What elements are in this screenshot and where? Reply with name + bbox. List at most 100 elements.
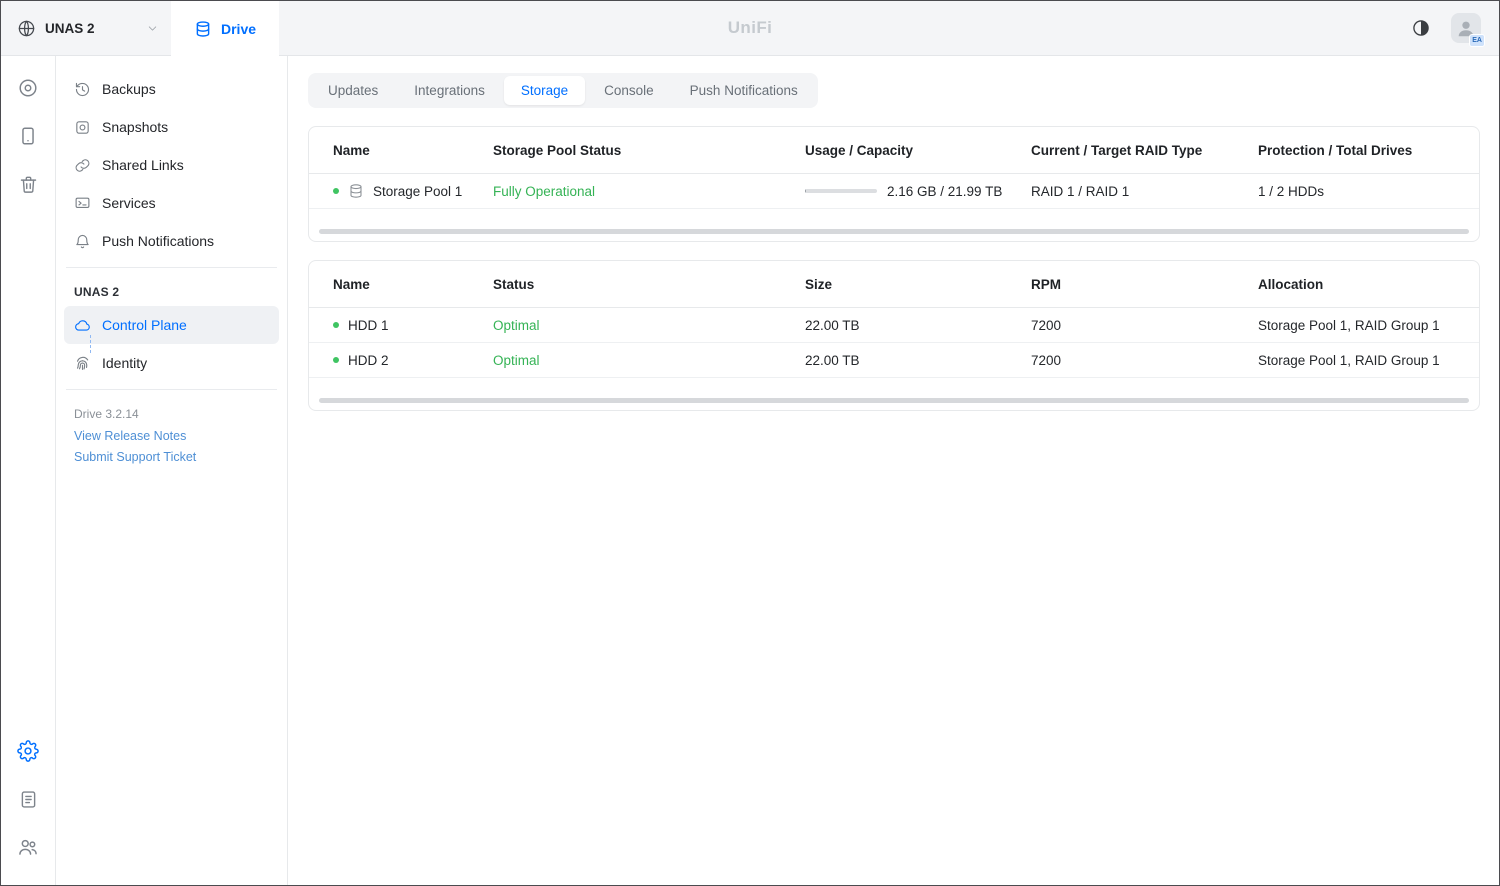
drive-allocation: Storage Pool 1, RAID Group 1 — [1258, 318, 1467, 333]
pool-usage: 2.16 GB / 21.99 TB — [887, 184, 1002, 199]
col-status: Status — [493, 277, 805, 292]
status-dot — [333, 322, 339, 328]
col-pool-status: Storage Pool Status — [493, 143, 805, 158]
sidebar-item-identity[interactable]: Identity — [64, 344, 279, 382]
chevron-down-icon — [146, 22, 159, 35]
col-allocation: Allocation — [1258, 277, 1467, 292]
sidebar-divider — [66, 389, 277, 390]
console-switcher[interactable]: UNAS 2 — [1, 1, 171, 55]
usage-bar-fill — [805, 189, 806, 193]
tab-push-notifications[interactable]: Push Notifications — [673, 76, 815, 105]
sidebar-item-push-notifications[interactable]: Push Notifications — [64, 222, 279, 260]
drive-rpm: 7200 — [1031, 353, 1258, 368]
table-row-hdd-1[interactable]: HDD 1 Optimal 22.00 TB 7200 Storage Pool… — [309, 308, 1479, 343]
sidebar-item-control-plane[interactable]: Control Plane — [64, 306, 279, 344]
device-icon[interactable] — [10, 118, 46, 154]
settings-gear-icon[interactable] — [10, 733, 46, 769]
device-section-items: Control Plane Identity — [64, 306, 279, 382]
storage-pool-icon — [348, 183, 364, 199]
pool-name: Storage Pool 1 — [373, 184, 462, 199]
pool-table-header-row: Name Storage Pool Status Usage / Capacit… — [309, 127, 1479, 174]
table-row-storage-pool-1[interactable]: Storage Pool 1 Fully Operational 2.16 GB… — [309, 174, 1479, 209]
drive-name-cell: HDD 2 — [333, 353, 493, 368]
col-name: Name — [333, 143, 493, 158]
usage-bar — [805, 189, 877, 193]
sidebar-item-label: Control Plane — [102, 317, 187, 333]
pool-usage-cell: 2.16 GB / 21.99 TB — [805, 184, 1031, 199]
topbar-actions: EA — [1411, 1, 1499, 55]
pool-name-cell: Storage Pool 1 — [333, 183, 493, 199]
sidebar-item-label: Services — [102, 195, 156, 211]
theme-toggle-button[interactable] — [1411, 18, 1431, 38]
app-shell: Backups Snapshots Shared Links Services — [1, 56, 1499, 885]
globe-icon — [17, 19, 36, 38]
pool-raid-type: RAID 1 / RAID 1 — [1031, 184, 1258, 199]
topbar: UNAS 2 Drive UniFi EA — [1, 1, 1499, 56]
settings-tabs: Updates Integrations Storage Console Pus… — [308, 73, 818, 108]
logs-icon[interactable] — [10, 781, 46, 817]
status-dot — [333, 188, 339, 194]
drive-name: HDD 2 — [348, 353, 389, 368]
sidebar-item-snapshots[interactable]: Snapshots — [64, 108, 279, 146]
drive-version-label: Drive 3.2.14 — [64, 397, 279, 425]
tab-console[interactable]: Console — [587, 76, 671, 105]
scrollbar-thumb[interactable] — [319, 398, 1469, 403]
drive-name-cell: HDD 1 — [333, 318, 493, 333]
unifi-logo: UniFi — [728, 18, 773, 38]
trash-icon[interactable] — [10, 166, 46, 202]
link-icon — [74, 157, 91, 174]
col-rpm: RPM — [1031, 277, 1258, 292]
pool-protection: 1 / 2 HDDs — [1258, 184, 1467, 199]
user-avatar[interactable]: EA — [1451, 13, 1481, 43]
avatar-badge: EA — [1469, 34, 1485, 47]
submit-support-ticket-link[interactable]: Submit Support Ticket — [64, 446, 279, 467]
col-size: Size — [805, 277, 1031, 292]
app-icon-rail — [1, 56, 56, 885]
cloud-icon — [74, 317, 91, 334]
sidebar-item-label: Push Notifications — [102, 233, 214, 249]
view-release-notes-link[interactable]: View Release Notes — [64, 425, 279, 446]
drive-app-label: Drive — [221, 21, 256, 37]
horizontal-scrollbar — [309, 209, 1479, 241]
status-dot — [333, 357, 339, 363]
storage-pools-table: Name Storage Pool Status Usage / Capacit… — [308, 126, 1480, 242]
sidebar-item-label: Identity — [102, 355, 147, 371]
scrollbar-thumb[interactable] — [319, 229, 1469, 234]
drive-table-header-row: Name Status Size RPM Allocation — [309, 261, 1479, 308]
sidebar-divider — [66, 267, 277, 268]
services-icon — [74, 195, 91, 212]
drive-name: HDD 1 — [348, 318, 389, 333]
drive-allocation: Storage Pool 1, RAID Group 1 — [1258, 353, 1467, 368]
drive-status: Optimal — [493, 318, 805, 333]
device-section-title: UNAS 2 — [64, 275, 279, 306]
backups-icon — [74, 81, 91, 98]
sidebar-item-services[interactable]: Services — [64, 184, 279, 222]
col-raid-type: Current / Target RAID Type — [1031, 143, 1258, 158]
drive-database-icon — [194, 20, 212, 38]
drive-size: 22.00 TB — [805, 318, 1031, 333]
sidebar-item-label: Shared Links — [102, 157, 184, 173]
sidebar-item-shared-links[interactable]: Shared Links — [64, 146, 279, 184]
tab-storage[interactable]: Storage — [504, 76, 585, 105]
main-content: Updates Integrations Storage Console Pus… — [288, 56, 1499, 885]
tab-updates[interactable]: Updates — [311, 76, 395, 105]
snapshots-icon — [74, 119, 91, 136]
unifi-drive-app: UNAS 2 Drive UniFi EA — [0, 0, 1500, 886]
drive-app-tab[interactable]: Drive — [171, 1, 279, 56]
drive-size: 22.00 TB — [805, 353, 1031, 368]
users-icon[interactable] — [10, 829, 46, 865]
settings-sidebar: Backups Snapshots Shared Links Services — [56, 56, 288, 885]
table-row-hdd-2[interactable]: HDD 2 Optimal 22.00 TB 7200 Storage Pool… — [309, 343, 1479, 378]
fingerprint-icon — [74, 355, 91, 372]
drives-table: Name Status Size RPM Allocation HDD 1 Op… — [308, 260, 1480, 411]
col-protection-drives: Protection / Total Drives — [1258, 143, 1467, 158]
disc-icon[interactable] — [10, 70, 46, 106]
pool-status: Fully Operational — [493, 184, 805, 199]
console-name: UNAS 2 — [45, 21, 95, 36]
sidebar-item-backups[interactable]: Backups — [64, 70, 279, 108]
sidebar-item-label: Backups — [102, 81, 156, 97]
tree-connector-line — [90, 335, 91, 353]
tab-integrations[interactable]: Integrations — [397, 76, 502, 105]
bell-icon — [74, 233, 91, 250]
horizontal-scrollbar — [309, 378, 1479, 410]
